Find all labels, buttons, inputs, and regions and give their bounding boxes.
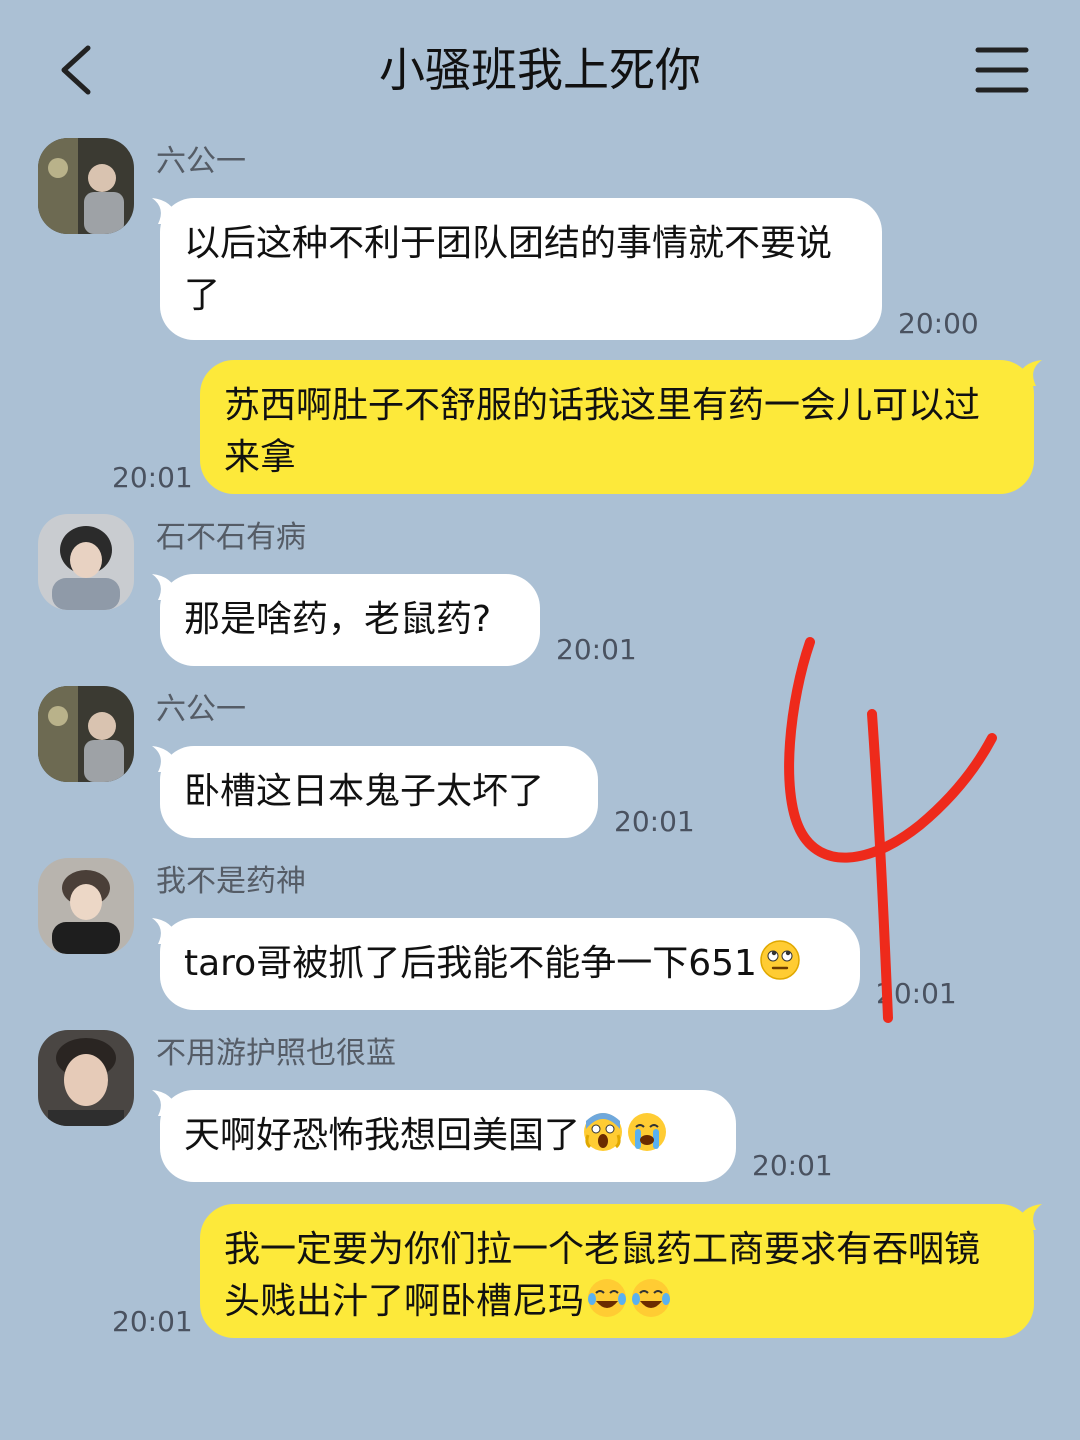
face-with-tears-of-joy-emoji bbox=[632, 1279, 671, 1317]
message-bubble[interactable]: 以后这种不利于团队团结的事情就不要说了 bbox=[152, 198, 882, 340]
bubble-tail bbox=[152, 746, 178, 772]
sender-name: 我不是药神 bbox=[156, 864, 306, 899]
message-bubble[interactable]: 天啊好恐怖我想回美国了 bbox=[152, 1090, 736, 1182]
avatar[interactable] bbox=[38, 138, 134, 234]
message-time: 20:01 bbox=[752, 1149, 833, 1182]
avatar[interactable] bbox=[38, 514, 134, 610]
bubble-tail bbox=[152, 198, 178, 224]
message-text: 以后这种不利于团队团结的事情就不要说了 bbox=[184, 223, 833, 316]
message-time: 20:01 bbox=[112, 461, 193, 494]
loudly-crying-face-emoji bbox=[628, 1113, 667, 1151]
message-time: 20:01 bbox=[112, 1305, 193, 1338]
bubble-tail bbox=[1016, 1204, 1042, 1230]
avatar[interactable] bbox=[38, 1030, 134, 1126]
message-bubble[interactable]: taro哥被抓了后我能不能争一下651 bbox=[152, 918, 860, 1010]
chat-header: 小骚班我上死你 bbox=[0, 0, 1080, 140]
message-time: 20:01 bbox=[614, 805, 695, 838]
chat-title: 小骚班我上死你 bbox=[379, 43, 701, 97]
message-bubble[interactable]: 我一定要为你们拉一个老鼠药工商要求有吞咽镜头贱出汁了啊卧槽尼玛 bbox=[200, 1204, 1042, 1338]
message-time: 20:01 bbox=[876, 977, 957, 1010]
bubble-tail bbox=[152, 1090, 178, 1116]
face-with-tears-of-joy-emoji bbox=[588, 1279, 627, 1317]
message-text: 天啊好恐怖我想回美国了 bbox=[184, 1115, 581, 1156]
message-text: taro哥被抓了后我能不能争一下651 bbox=[184, 943, 757, 984]
face-with-rolling-eyes-emoji bbox=[760, 940, 800, 980]
avatar[interactable] bbox=[38, 686, 134, 782]
bubble-tail bbox=[152, 918, 178, 944]
message-text: 苏西啊肚子不舒服的话我这里有药一会儿可以过来拿 bbox=[224, 385, 981, 478]
sender-name: 六公一 bbox=[156, 144, 246, 179]
message-bubble[interactable]: 那是啥药，老鼠药? bbox=[152, 574, 540, 666]
avatar[interactable] bbox=[38, 858, 134, 954]
sender-name: 石不石有病 bbox=[156, 520, 306, 555]
message-time: 20:00 bbox=[898, 307, 979, 340]
message-bubble[interactable]: 卧槽这日本鬼子太坏了 bbox=[152, 746, 598, 838]
message-text: 卧槽这日本鬼子太坏了 bbox=[184, 771, 545, 812]
message-time: 20:01 bbox=[556, 633, 637, 666]
face-screaming-in-fear-emoji bbox=[584, 1113, 623, 1151]
message-text: 那是啥药，老鼠药? bbox=[184, 599, 492, 640]
sender-name: 不用游护照也很蓝 bbox=[156, 1036, 396, 1071]
message-bubble[interactable]: 苏西啊肚子不舒服的话我这里有药一会儿可以过来拿 bbox=[200, 360, 1042, 494]
sender-name: 六公一 bbox=[156, 692, 246, 727]
bubble-tail bbox=[152, 574, 178, 600]
bubble-tail bbox=[1016, 360, 1042, 386]
hamburger-menu-icon[interactable] bbox=[972, 42, 1032, 98]
